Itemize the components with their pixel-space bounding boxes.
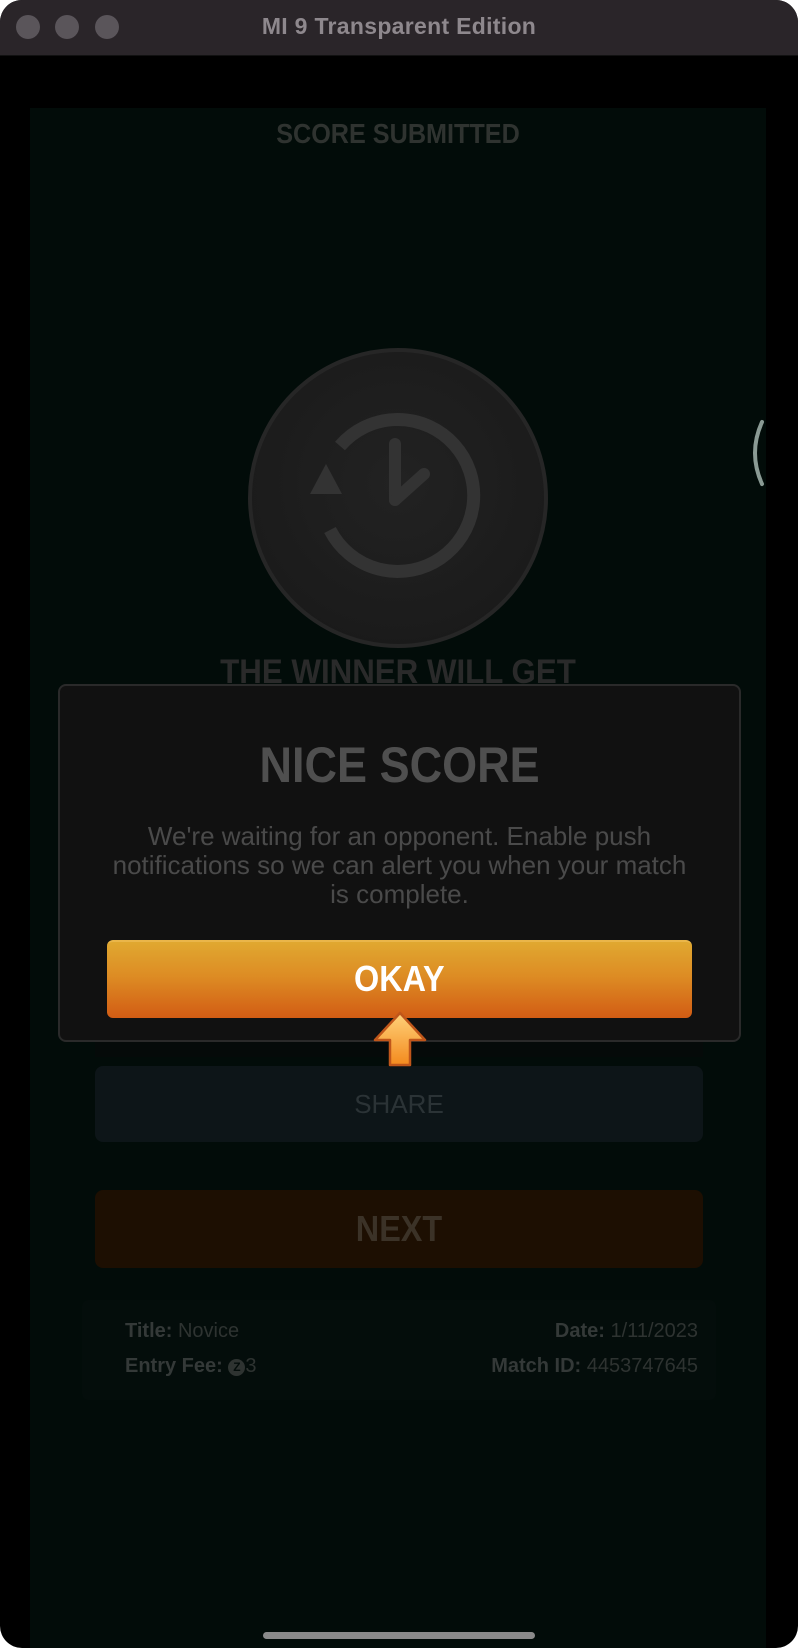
nice-score-dialog: NICE SCORE We're waiting for an opponent… xyxy=(58,684,741,1042)
dialog-title: NICE SCORE xyxy=(60,736,739,794)
entry-fee-label: Entry Fee: xyxy=(125,1355,223,1377)
app-window: MI 9 Transparent Edition SCORE SUBMITTED… xyxy=(0,0,798,1648)
side-arc-indicator xyxy=(753,420,764,486)
okay-button[interactable]: OKAY xyxy=(107,940,692,1018)
window-title: MI 9 Transparent Edition xyxy=(261,13,537,39)
title-bar: MI 9 Transparent Edition xyxy=(0,0,798,56)
match-id-label: Match ID: xyxy=(491,1355,582,1377)
match-date-label: Date: xyxy=(554,1320,605,1342)
okay-button-label: OKAY xyxy=(354,958,445,999)
entry-fee-value: 3 xyxy=(245,1355,257,1377)
match-title: Title: Novice xyxy=(125,1320,239,1343)
match-id-value: 4453747645 xyxy=(586,1355,698,1377)
share-button[interactable]: SHARE xyxy=(95,1066,703,1142)
pointer-arrow-icon xyxy=(373,1011,427,1067)
z-coin-icon: Z xyxy=(228,1359,246,1376)
match-date-value: 1/11/2023 xyxy=(610,1320,699,1342)
next-button[interactable]: NEXT xyxy=(95,1190,703,1268)
home-indicator[interactable] xyxy=(263,1632,535,1639)
dialog-message: We're waiting for an opponent. Enable pu… xyxy=(112,821,687,909)
match-title-value: Novice xyxy=(177,1320,240,1342)
score-submitted-heading: SCORE SUBMITTED xyxy=(276,118,520,149)
entry-fee: Entry Fee: Z3 xyxy=(125,1355,257,1378)
next-button-label: NEXT xyxy=(355,1208,443,1249)
match-date: Date: 1/11/2023 xyxy=(555,1320,698,1343)
match-info-panel: Title: Novice Entry Fee: Z3 Date: 1/11/2… xyxy=(82,1300,716,1400)
clock-history-icon xyxy=(248,348,548,648)
match-id: Match ID: 4453747645 xyxy=(491,1355,698,1378)
dialog-title-text: NICE SCORE xyxy=(259,737,540,793)
match-title-label: Title: xyxy=(125,1320,173,1342)
